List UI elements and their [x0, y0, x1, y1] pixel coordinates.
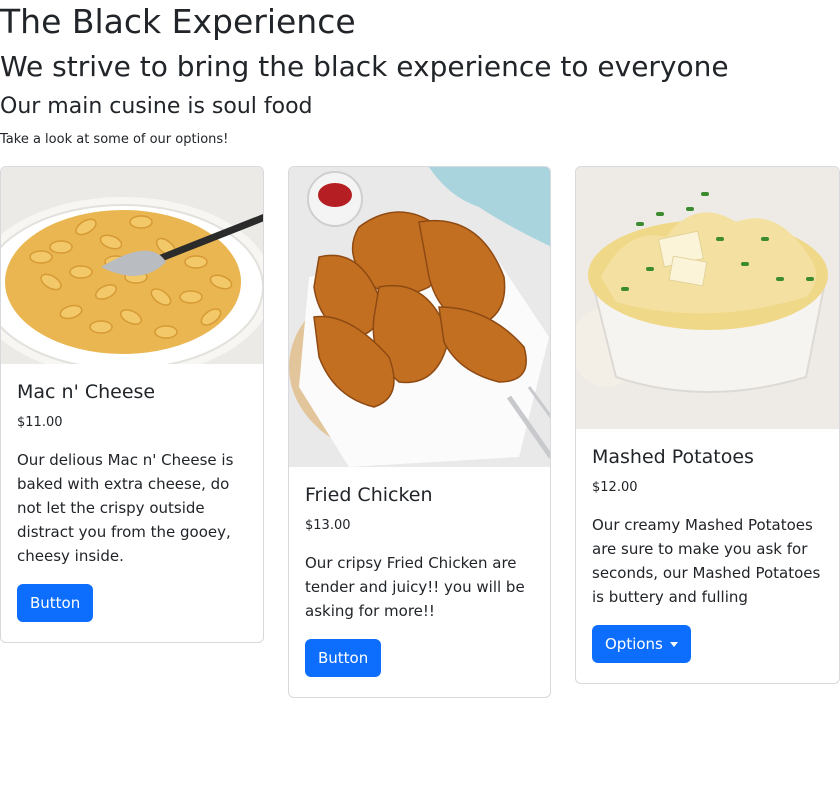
card-price: $12.00	[592, 480, 638, 495]
card-title: Mashed Potatoes	[592, 446, 754, 468]
card-fried-chicken: Fried Chicken $13.00 Our cripsy Fried Ch…	[288, 166, 551, 698]
card-body: Mashed Potatoes $12.00 Our creamy Mashed…	[576, 429, 839, 679]
page-subtitle: We strive to bring the black experience …	[0, 50, 729, 83]
cuisine-heading: Our main cusine is soul food	[0, 94, 313, 119]
card-description: Our delious Mac n' Cheese is baked with …	[17, 451, 234, 565]
card-title: Mac n' Cheese	[17, 381, 156, 403]
page-title: The Black Experience	[0, 2, 356, 41]
fried-chicken-image	[289, 167, 550, 467]
card-description: Our cripsy Fried Chicken are tender and …	[305, 554, 525, 620]
card-body: Fried Chicken $13.00 Our cripsy Fried Ch…	[289, 467, 550, 693]
card-price: $13.00	[305, 518, 351, 533]
options-label: Options	[605, 635, 663, 653]
intro-text: Take a look at some of our options!	[0, 132, 229, 147]
card-body: Mac n' Cheese $11.00 Our delious Mac n' …	[1, 364, 263, 638]
card-mac-n-cheese: Mac n' Cheese $11.00 Our delious Mac n' …	[0, 166, 264, 643]
card-title: Fried Chicken	[305, 484, 433, 506]
caret-down-icon	[669, 642, 678, 647]
page: The Black Experience We strive to bring …	[0, 0, 840, 786]
card-mashed-potatoes: Mashed Potatoes $12.00 Our creamy Mashed…	[575, 166, 840, 684]
card-button[interactable]: Button	[305, 639, 382, 677]
card-description: Our creamy Mashed Potatoes are sure to m…	[592, 516, 821, 606]
card-button[interactable]: Button	[17, 584, 94, 622]
card-price: $11.00	[17, 415, 63, 430]
options-dropdown-button[interactable]: Options	[592, 625, 691, 663]
mac-n-cheese-image	[1, 167, 263, 364]
mashed-potatoes-image	[576, 167, 839, 429]
